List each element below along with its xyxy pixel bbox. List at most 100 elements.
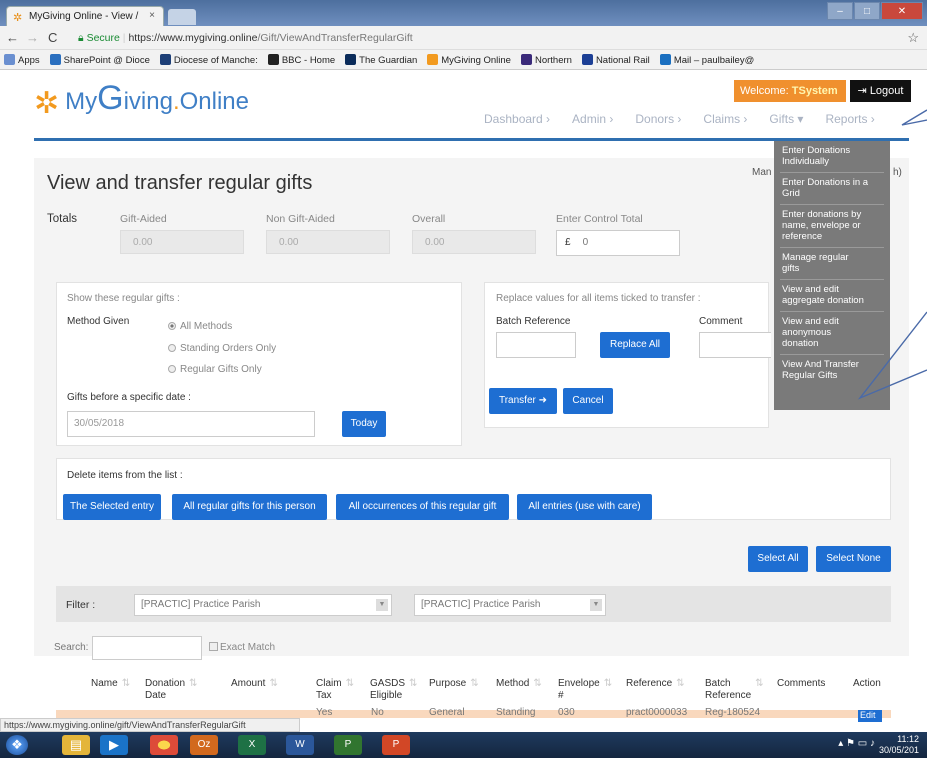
welcome-badge[interactable]: Welcome: TSystem (734, 80, 846, 102)
radio-regular-gifts[interactable]: Regular Gifts Only (168, 364, 262, 375)
delete-all-occurrences-button[interactable]: All occurrences of this regular gift (336, 494, 509, 520)
column-header-amount[interactable]: Amount ⇅ (231, 678, 278, 690)
parish-select-1[interactable]: [PRACTIC] Practice Parish ▼ (134, 594, 392, 616)
column-header-batch-reference[interactable]: Batch Reference ⇅ (705, 678, 764, 702)
column-header-name[interactable]: Name ⇅ (91, 678, 130, 690)
sort-icon[interactable]: ⇅ (269, 678, 277, 690)
control-total-input[interactable]: £0 (556, 230, 680, 256)
gifts-menu-item[interactable]: View And Transfer Regular Gifts (774, 359, 890, 381)
browser-tab[interactable]: ✲ MyGiving Online - View / × (6, 6, 164, 26)
forward-arrow-icon[interactable]: → (26, 30, 39, 45)
file-explorer-icon[interactable]: ▤ (62, 735, 90, 755)
minimize-icon[interactable]: – (827, 2, 853, 20)
column-header-donation-date[interactable]: Donation Date ⇅ (145, 678, 197, 702)
edit-button[interactable]: Edit (858, 710, 882, 722)
maximize-icon[interactable]: □ (854, 2, 880, 20)
taskbar-clock[interactable]: 11:12 30/05/201 (879, 734, 919, 756)
back-arrow-icon[interactable]: ← (6, 30, 19, 45)
arrow-circle-icon: ➜ (538, 395, 548, 406)
sort-icon[interactable]: ⇅ (755, 678, 763, 690)
column-header-label: Amount (231, 678, 266, 689)
select-all-button[interactable]: Select All (748, 546, 808, 572)
bookmark-item[interactable]: The Guardian (345, 54, 417, 66)
bookmark-star-icon[interactable]: ☆ (907, 30, 919, 46)
radio-standing-orders[interactable]: Standing Orders Only (168, 343, 276, 354)
delete-all-for-person-button[interactable]: All regular gifts for this person (172, 494, 327, 520)
gifts-before-date-label: Gifts before a specific date : (67, 392, 191, 403)
bookmark-item[interactable]: MyGiving Online (427, 54, 511, 66)
gifts-menu-item[interactable]: Manage regular gifts (774, 252, 890, 274)
parish-select-2[interactable]: [PRACTIC] Practice Parish ▼ (414, 594, 606, 616)
gifts-menu-item[interactable]: Enter Donations in a Grid (774, 177, 890, 199)
gifts-before-date-input[interactable]: 30/05/2018 (67, 411, 315, 437)
bookmark-item[interactable]: Mail – paulbailey@ (659, 54, 754, 66)
column-header-label: Comments (777, 678, 826, 689)
gifts-menu-item[interactable]: View and edit aggregate donation (774, 284, 890, 306)
cell-envelope: 030 (558, 707, 575, 718)
powerpoint-icon[interactable]: P (382, 735, 410, 755)
column-header-purpose[interactable]: Purpose ⇅ (429, 678, 479, 690)
bookmark-item[interactable]: Northern (520, 54, 572, 66)
bookmark-item[interactable]: National Rail (581, 54, 650, 66)
delete-all-entries-button[interactable]: All entries (use with care) (517, 494, 652, 520)
new-tab-button[interactable] (168, 9, 196, 25)
today-button[interactable]: Today (342, 411, 386, 437)
column-header-gasds-eligible[interactable]: GASDS Eligible ⇅ (370, 678, 417, 702)
search-input[interactable] (92, 636, 202, 660)
bookmark-item[interactable]: BBC - Home (267, 54, 335, 66)
gifts-menu-item[interactable]: View and edit anonymous donation (774, 316, 890, 349)
replace-heading: Replace values for all items ticked to t… (496, 293, 701, 304)
outlook-icon[interactable]: Oz (190, 735, 218, 755)
sort-icon[interactable]: ⇅ (409, 678, 417, 690)
bookmark-item[interactable]: Apps (4, 54, 40, 66)
gifts-menu-item[interactable]: Enter Donations Individually (774, 145, 890, 167)
column-header-comments[interactable]: Comments (777, 678, 825, 690)
column-header-envelope[interactable]: Envelope # ⇅ (558, 678, 612, 702)
close-tab-icon[interactable]: × (149, 10, 155, 21)
chrome-icon[interactable] (150, 735, 178, 755)
close-window-icon[interactable]: ✕ (881, 2, 923, 20)
sort-icon[interactable]: ⇅ (604, 678, 612, 690)
bookmark-item[interactable]: SharePoint @ Dioce (49, 54, 150, 66)
start-button-icon[interactable]: ❖ (6, 735, 28, 755)
select-none-button[interactable]: Select None (816, 546, 891, 572)
delete-selected-entry-button[interactable]: The Selected entry (63, 494, 161, 520)
system-tray[interactable]: ▴ ⚑ ▭ ♪ (838, 738, 875, 749)
nav-item[interactable]: Dashboard › (484, 112, 550, 126)
dropdown-arrow-icon: ▼ (590, 599, 602, 611)
column-header-reference[interactable]: Reference ⇅ (626, 678, 685, 690)
nav-item[interactable]: Gifts ▾ (769, 112, 803, 126)
media-player-icon[interactable]: ▶ (100, 735, 128, 755)
replace-all-button[interactable]: Replace All (600, 332, 670, 358)
excel-icon[interactable]: X (238, 735, 266, 755)
sort-icon[interactable]: ⇅ (470, 678, 478, 690)
word-icon[interactable]: W (286, 735, 314, 755)
nav-item[interactable]: Reports › (825, 112, 874, 126)
transfer-button[interactable]: Transfer ➜ (489, 388, 557, 414)
comment-input[interactable] (699, 332, 771, 358)
sort-icon[interactable]: ⇅ (533, 678, 541, 690)
mygiving-logo[interactable]: ✲ MyGiving.Online (34, 79, 249, 120)
exact-match-checkbox[interactable]: Exact Match (209, 642, 275, 653)
column-header-claim-tax[interactable]: Claim Tax ⇅ (316, 678, 354, 702)
radio-all-methods[interactable]: All Methods (168, 321, 232, 332)
sort-icon[interactable]: ⇅ (189, 678, 197, 690)
nav-item[interactable]: Admin › (572, 112, 613, 126)
table-row[interactable] (56, 710, 891, 718)
reload-icon[interactable]: C (48, 30, 57, 45)
project-icon[interactable]: P (334, 735, 362, 755)
nav-item[interactable]: Donors › (635, 112, 681, 126)
sort-icon[interactable]: ⇅ (122, 678, 130, 690)
sort-icon[interactable]: ⇅ (346, 678, 354, 690)
batch-reference-input[interactable] (496, 332, 576, 358)
column-header-action[interactable]: Action (853, 678, 881, 690)
gifts-menu-item[interactable]: Enter donations by name, envelope or refer… (774, 209, 890, 242)
cancel-button[interactable]: Cancel (563, 388, 613, 414)
sort-icon[interactable]: ⇅ (676, 678, 684, 690)
url-field[interactable]: 🔒︎ Secure | https://www.mygiving.online/G… (78, 29, 898, 47)
column-header-method[interactable]: Method ⇅ (496, 678, 542, 690)
logo-text-g: G (97, 79, 124, 117)
logout-button[interactable]: ⇥ Logout (850, 80, 911, 102)
nav-item[interactable]: Claims › (703, 112, 747, 126)
bookmark-item[interactable]: Diocese of Manche: (159, 54, 258, 66)
